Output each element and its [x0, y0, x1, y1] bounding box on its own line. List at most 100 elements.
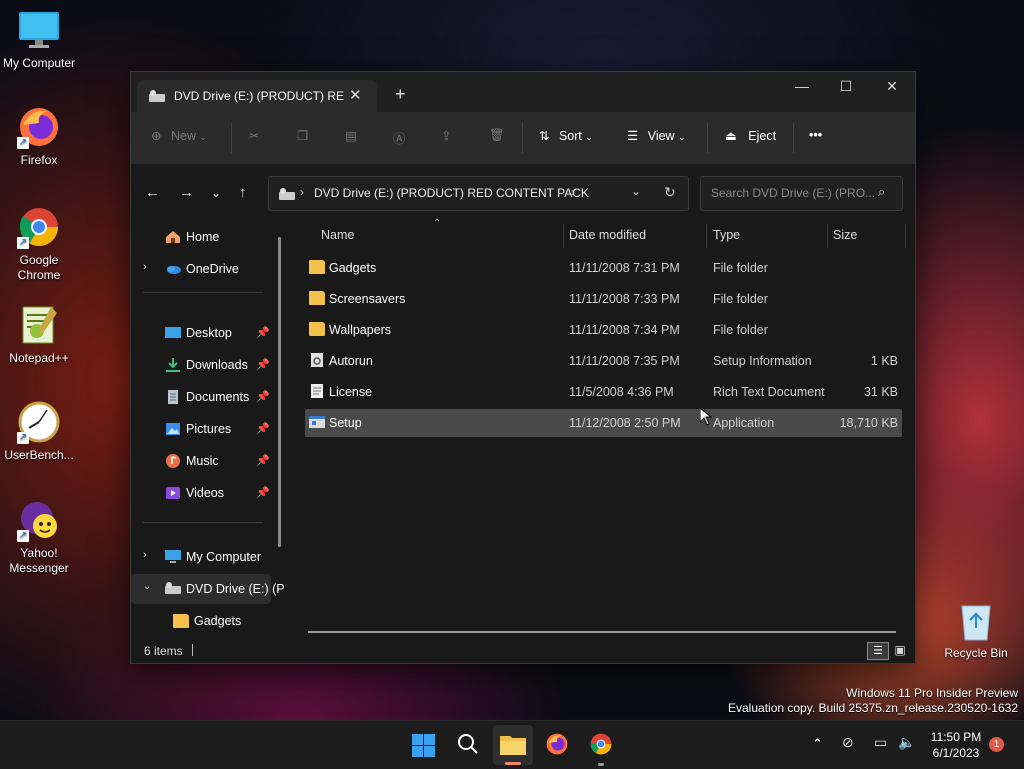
pin-icon[interactable]: 📌	[256, 326, 270, 339]
sort-icon: ⇅	[539, 129, 550, 143]
search-box[interactable]: Search DVD Drive (E:) (PRO... ⌕	[700, 176, 903, 211]
nav-item-dvd-drive[interactable]: ⌄ DVD Drive (E:) (P	[131, 574, 285, 604]
column-divider[interactable]	[827, 224, 828, 248]
search-icon[interactable]: ⌕	[878, 184, 885, 200]
file-date: 11/11/2008 7:33 PM	[569, 292, 680, 306]
minimize-button[interactable]: —	[779, 78, 825, 94]
sort-button[interactable]: ⇅ Sort ⌄	[539, 128, 593, 143]
nav-item-gadgets[interactable]: Gadgets	[131, 606, 271, 636]
nav-label: Gadgets	[194, 614, 242, 628]
file-size: 1 KB	[870, 354, 898, 368]
file-row-license[interactable]: License 11/5/2008 4:36 PM Rich Text Docu…	[305, 378, 902, 406]
refresh-icon[interactable]: ↻	[664, 184, 676, 201]
desktop-icon-firefox[interactable]: ↗ Firefox	[0, 105, 78, 168]
forward-button[interactable]: →	[179, 184, 194, 201]
desktop-icon-yahoo-messenger[interactable]: ↗ Yahoo! Messenger	[0, 498, 78, 576]
column-divider[interactable]	[563, 224, 564, 248]
breadcrumb-separator-icon: ›	[300, 185, 304, 199]
nav-item-onedrive[interactable]: › OneDrive	[131, 254, 271, 284]
file-row-wallpapers[interactable]: Wallpapers 11/11/2008 7:34 PM File folde…	[305, 316, 902, 344]
search-input[interactable]: Search DVD Drive (E:) (PRO...	[711, 186, 875, 200]
file-row-setup[interactable]: Setup 11/12/2008 2:50 PM Application 18,…	[305, 409, 902, 437]
share-button[interactable]: ⇪	[441, 128, 451, 143]
nav-divider	[143, 522, 263, 523]
nav-scrollbar[interactable]	[278, 237, 281, 547]
column-header-size[interactable]: Size	[833, 228, 857, 242]
nav-item-home[interactable]: Home	[131, 222, 271, 252]
eject-button[interactable]: ⏏ Eject	[725, 128, 776, 143]
taskbar-firefox[interactable]	[545, 732, 569, 761]
status-bar: 6 items ☰ ▣	[131, 634, 915, 663]
rename-button[interactable]: Ⓐ	[393, 128, 406, 147]
delete-button[interactable]: 🗑	[489, 128, 505, 143]
desktop-icon-userbenchmark[interactable]: ↗ UserBench...	[0, 400, 78, 463]
taskbar-file-explorer[interactable]	[493, 725, 533, 765]
clock[interactable]: 11:50 PM 6/1/2023	[922, 729, 990, 761]
expand-chevron-icon[interactable]: ›	[143, 549, 147, 561]
view-button[interactable]: ☰ View ⌄	[627, 128, 686, 143]
file-row-gadgets[interactable]: Gadgets 11/11/2008 7:31 PM File folder	[305, 254, 902, 282]
column-header-name[interactable]: Name	[321, 228, 354, 242]
pin-icon[interactable]: 📌	[256, 358, 270, 371]
sort-label: Sort	[558, 129, 582, 143]
taskbar-chrome[interactable]	[589, 732, 613, 766]
desktop-icon-chrome[interactable]: ↗ Google Chrome	[0, 205, 78, 283]
paste-button[interactable]: ▤	[345, 128, 357, 143]
chevron-down-icon: ⌄	[678, 132, 686, 142]
pin-icon[interactable]: 📌	[256, 390, 270, 403]
breadcrumb[interactable]: DVD Drive (E:) (PRODUCT) RED CONTENT PAC…	[314, 186, 589, 200]
horizontal-scrollbar[interactable]	[308, 631, 896, 633]
desktop-icon-notepadpp[interactable]: Notepad++	[0, 303, 78, 366]
column-divider[interactable]	[905, 224, 906, 248]
column-divider[interactable]	[706, 224, 707, 248]
nav-item-my-computer[interactable]: › My Computer	[131, 542, 271, 572]
copy-button[interactable]: ❐	[297, 128, 308, 143]
new-tab-button[interactable]: +	[395, 84, 406, 105]
tiles-view-button[interactable]: ▣	[891, 642, 909, 658]
pin-icon[interactable]: 📌	[256, 422, 270, 435]
recent-locations-button[interactable]: ⌄	[211, 186, 221, 200]
nav-item-desktop[interactable]: Desktop 📌	[131, 318, 271, 348]
see-more-button[interactable]: •••	[809, 128, 822, 142]
expand-chevron-icon[interactable]: ›	[143, 261, 147, 273]
nav-item-downloads[interactable]: Downloads 📌	[131, 350, 271, 380]
folder-icon	[309, 260, 325, 274]
desktop-icon-recycle-bin[interactable]: Recycle Bin	[936, 598, 1016, 661]
desktop-icon-label: UserBench...	[4, 448, 74, 462]
nav-label: Desktop	[186, 326, 232, 340]
desktop-icon-my-computer[interactable]: My Computer	[0, 8, 78, 71]
close-tab-icon[interactable]: ✕	[349, 86, 362, 104]
new-button[interactable]: ⊕ New ⌄	[151, 128, 207, 143]
file-row-screensavers[interactable]: Screensavers 11/11/2008 7:33 PM File fol…	[305, 285, 902, 313]
network-disconnected-icon[interactable]: ⊘	[842, 734, 854, 751]
column-header-type[interactable]: Type	[713, 228, 740, 242]
notification-badge[interactable]: 1	[989, 737, 1004, 752]
up-button[interactable]: ↑	[239, 184, 247, 201]
collapse-chevron-icon[interactable]: ⌄	[143, 581, 151, 592]
display-icon[interactable]: ▭	[874, 734, 887, 751]
back-button[interactable]: ←	[145, 184, 160, 201]
volume-icon[interactable]: 🔈	[898, 734, 915, 751]
breadcrumb-chevron-icon[interactable]: ›	[571, 185, 575, 199]
pin-icon[interactable]: 📌	[256, 486, 270, 499]
windows-watermark-line1: Windows 11 Pro Insider Preview	[846, 686, 1018, 700]
start-button[interactable]	[412, 734, 435, 762]
search-taskbar-button[interactable]	[456, 732, 480, 761]
nav-item-documents[interactable]: Documents 📌	[131, 382, 271, 412]
file-row-autorun[interactable]: Autorun 11/11/2008 7:35 PM Setup Informa…	[305, 347, 902, 375]
nav-item-music[interactable]: Music 📌	[131, 446, 271, 476]
details-view-button[interactable]: ☰	[867, 642, 889, 660]
nav-item-videos[interactable]: Videos 📌	[131, 478, 271, 508]
nav-item-pictures[interactable]: Pictures 📌	[131, 414, 271, 444]
pin-icon[interactable]: 📌	[256, 454, 270, 467]
cut-button[interactable]: ✂	[249, 128, 259, 143]
column-header-date[interactable]: Date modified	[569, 228, 646, 242]
close-window-button[interactable]: ✕	[869, 78, 915, 95]
maximize-button[interactable]: ☐	[823, 78, 869, 95]
show-hidden-icons-button[interactable]: ⌃	[812, 736, 823, 752]
title-bar[interactable]: DVD Drive (E:) (PRODUCT) RED CONTENT PAC…	[131, 72, 915, 112]
trash-icon: 🗑	[489, 128, 505, 142]
address-dropdown-icon[interactable]: ⌄	[631, 184, 641, 198]
address-bar[interactable]: › DVD Drive (E:) (PRODUCT) RED CONTENT P…	[268, 176, 689, 211]
tab-dvd-drive[interactable]: DVD Drive (E:) (PRODUCT) RED CONTENT PAC…	[137, 80, 377, 112]
